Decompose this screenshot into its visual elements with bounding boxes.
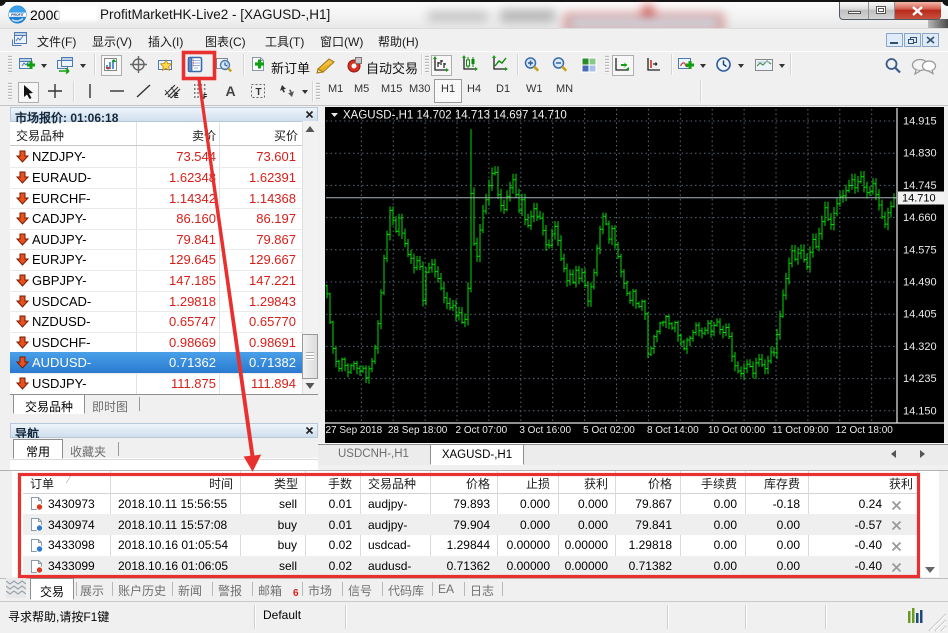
svg-text:11 Oct 09:00: 11 Oct 09:00 <box>772 425 829 436</box>
svg-text:14.915: 14.915 <box>903 116 937 128</box>
svg-text:14.710: 14.710 <box>902 193 936 205</box>
svg-text:14.830: 14.830 <box>903 148 937 160</box>
svg-text:8 Oct 14:00: 8 Oct 14:00 <box>647 425 699 436</box>
svg-text:12 Oct 18:00: 12 Oct 18:00 <box>836 425 894 436</box>
svg-text:14.320: 14.320 <box>903 341 937 353</box>
svg-text:2 Oct 07:00: 2 Oct 07:00 <box>456 425 508 436</box>
svg-text:10 Oct 00:00: 10 Oct 00:00 <box>708 425 766 436</box>
svg-text:14.405: 14.405 <box>903 309 937 321</box>
svg-text:14.235: 14.235 <box>903 373 937 385</box>
svg-text:14.150: 14.150 <box>903 405 937 417</box>
svg-text:28 Sep 18:00: 28 Sep 18:00 <box>388 425 448 436</box>
svg-text:14.490: 14.490 <box>903 277 937 289</box>
svg-text:14.745: 14.745 <box>903 180 937 192</box>
svg-text:5 Oct 02:00: 5 Oct 02:00 <box>583 425 635 436</box>
svg-text:14.660: 14.660 <box>903 212 937 224</box>
svg-text:XAGUSD-,H1 14.702 14.713 14.6: XAGUSD-,H1 14.702 14.713 14.697 14.710 <box>343 110 567 122</box>
svg-text:3 Oct 16:00: 3 Oct 16:00 <box>519 425 571 436</box>
svg-text:14.575: 14.575 <box>903 244 937 256</box>
svg-text:27 Sep 2018: 27 Sep 2018 <box>325 425 382 436</box>
